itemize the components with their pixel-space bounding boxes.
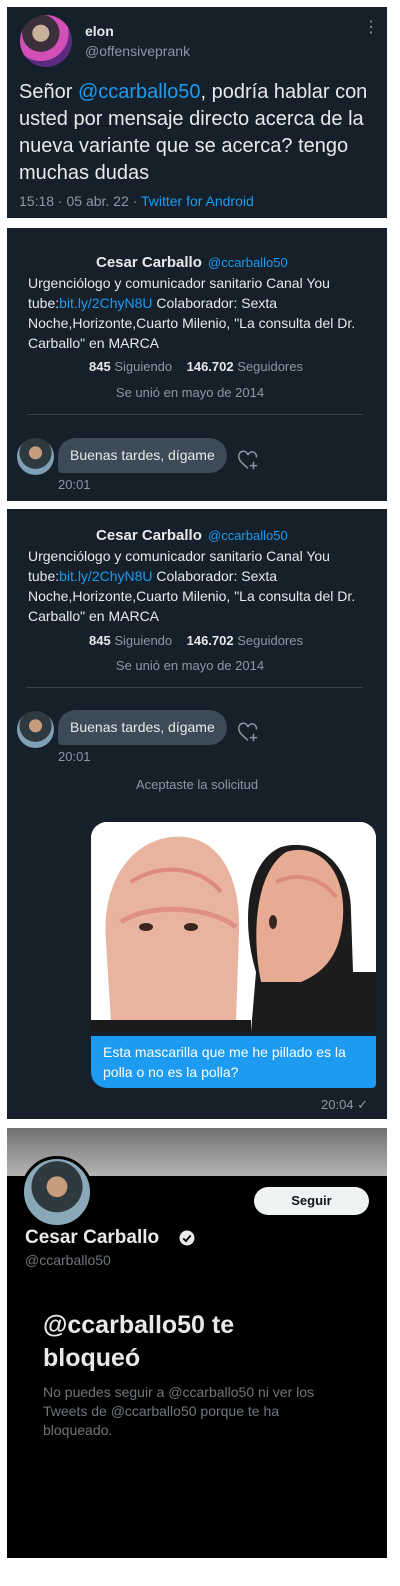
followers-label[interactable]: Seguidores [234, 359, 303, 374]
message-image[interactable] [91, 822, 376, 1032]
dm-joined-date: Se unió en mayo de 2014 [115, 658, 265, 673]
heart-plus-icon[interactable] [237, 450, 259, 472]
dm-profile-handle[interactable]: @ccarballo50 [208, 255, 288, 270]
follow-button[interactable]: Seguir [254, 1187, 369, 1215]
followers-count[interactable]: 146.702 [187, 359, 234, 374]
bio-link[interactable]: bit.ly/2ChyN8U [59, 568, 152, 584]
tweet-date: 15:18 · 05 abr. 22 · [19, 193, 141, 209]
bio-link[interactable]: bit.ly/2ChyN8U [59, 295, 152, 311]
dm-profile-stats: 845 Siguiendo 146.702 Seguidores [89, 359, 303, 374]
dm-profile-bio: Urgenciólogo y comunicador sanitario Can… [28, 273, 383, 353]
incoming-message[interactable]: Buenas tardes, dígame [58, 438, 227, 473]
avatar[interactable] [17, 438, 54, 475]
tweet-meta: 15:18 · 05 abr. 22 · Twitter for Android [19, 193, 254, 209]
tweet-card: elon @offensiveprank ⋮ Señor @ccarballo5… [7, 7, 387, 218]
followers-label[interactable]: Seguidores [234, 633, 303, 648]
verified-badge-icon [179, 1230, 195, 1246]
following-label[interactable]: Siguiendo [111, 359, 172, 374]
dm-joined-date: Se unió en mayo de 2014 [115, 385, 265, 400]
outgoing-message[interactable]: Esta mascarilla que me he pillado es la … [91, 1036, 376, 1088]
profile-name: Cesar Carballo [25, 1227, 160, 1248]
dm-profile-bio: Urgenciólogo y comunicador sanitario Can… [28, 546, 383, 626]
divider [27, 414, 363, 415]
avatar[interactable] [17, 711, 54, 748]
dm-profile-handle[interactable]: @ccarballo50 [208, 528, 288, 543]
message-time: 20:01 [58, 477, 91, 492]
following-count[interactable]: 845 [89, 359, 111, 374]
dm-profile-name[interactable]: Cesar Carballo [96, 527, 202, 544]
dm-profile-stats: 845 Siguiendo 146.702 Seguidores [89, 633, 303, 648]
message-time: 20:01 [58, 749, 91, 764]
mask-photo [91, 822, 376, 1032]
heart-plus-icon[interactable] [237, 722, 259, 744]
blocked-title: @ccarballo50 te bloqueó [43, 1311, 235, 1372]
dm-conversation-2: Cesar Carballo @ccarballo50 Urgenciólogo… [7, 509, 387, 1119]
request-accepted-notice: Aceptaste la solicitud [135, 777, 259, 792]
profile-avatar[interactable] [21, 1156, 93, 1228]
tweet-text-start: Señor [19, 81, 78, 103]
dm-profile-name[interactable]: Cesar Carballo [96, 254, 202, 271]
tweet-author-handle[interactable]: @offensiveprank [85, 43, 190, 59]
mention-link[interactable]: @ccarballo50 [78, 81, 201, 103]
profile-handle: @ccarballo50 [25, 1252, 111, 1268]
tweet-author-name[interactable]: elon [85, 23, 114, 39]
blocked-profile: Seguir Cesar Carballo @ccarballo50 @ccar… [7, 1128, 387, 1558]
following-label[interactable]: Siguiendo [111, 633, 172, 648]
incoming-message[interactable]: Buenas tardes, dígame [58, 710, 227, 745]
tweet-source[interactable]: Twitter for Android [141, 193, 254, 209]
more-options-icon[interactable]: ⋮ [363, 20, 379, 36]
tweet-text: Señor @ccarballo50, podría hablar con us… [19, 79, 379, 187]
followers-count[interactable]: 146.702 [187, 633, 234, 648]
blocked-message: No puedes seguir a @ccarballo50 ni ver l… [43, 1384, 315, 1438]
dm-conversation-1: Cesar Carballo @ccarballo50 Urgenciólogo… [7, 228, 387, 501]
message-time-sent: 20:04 ✓ [321, 1097, 369, 1112]
following-count[interactable]: 845 [89, 633, 111, 648]
avatar[interactable] [20, 15, 72, 67]
divider [27, 687, 363, 688]
